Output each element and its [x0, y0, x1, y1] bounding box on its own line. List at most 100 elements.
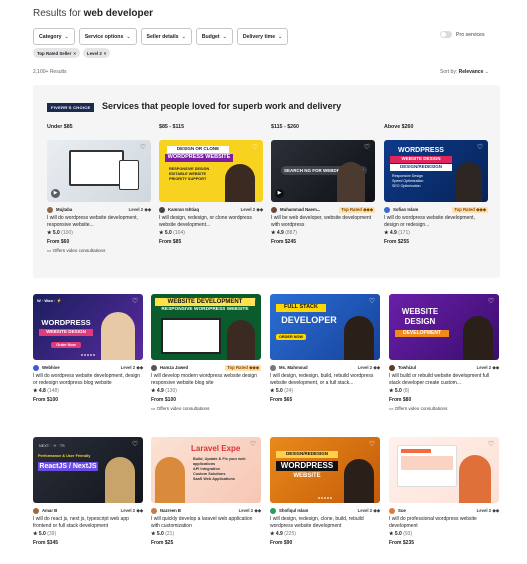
gig-title[interactable]: I will do professional wordpress website…: [389, 516, 499, 529]
gig-thumbnail[interactable]: SEARCH NG FOR WEBDEVELOPER? ♡ ▶: [271, 140, 375, 202]
level-badge: Level 2 ◆◆: [476, 364, 499, 370]
heart-icon[interactable]: ♡: [368, 298, 376, 306]
gig-thumbnail[interactable]: W · Woo · ⚡ WORDPRESS WEBSITE DESIGN Ord…: [33, 294, 143, 360]
order-now-label: Order Now: [51, 342, 81, 348]
seller-name[interactable]: Muhammad Naem...: [280, 207, 339, 212]
star-icon: ★: [389, 531, 394, 537]
heart-icon[interactable]: ♡: [131, 298, 139, 306]
heart-icon[interactable]: ♡: [131, 441, 139, 449]
toggle-switch[interactable]: [440, 31, 452, 38]
banner-text: DEVELOPER: [281, 315, 337, 325]
avatar[interactable]: [270, 364, 276, 371]
filter-category[interactable]: Category ⌄: [33, 28, 75, 45]
gig-title[interactable]: I will do wordpress website development,…: [384, 215, 488, 228]
gig-title[interactable]: I will quickly develop a laravel web app…: [151, 516, 261, 529]
mockup-heading: [401, 449, 431, 453]
seller-name[interactable]: Towhizul: [398, 365, 477, 370]
gig-card: W · Woo · ⚡ WORDPRESS WEBSITE DESIGN Ord…: [33, 294, 143, 403]
order-now-label: ORDER NOW: [276, 334, 306, 340]
heart-icon[interactable]: ♡: [251, 144, 259, 152]
heart-icon[interactable]: ♡: [139, 144, 147, 152]
seller-name[interactable]: Webhive: [42, 365, 121, 370]
seller-name[interactable]: Amar B: [42, 508, 121, 513]
seller-name[interactable]: Hamza Jawed: [160, 365, 225, 370]
star-icon: ★: [384, 230, 389, 236]
avatar[interactable]: [389, 364, 395, 371]
carousel-dots[interactable]: [318, 497, 332, 499]
filter-bar: Category ⌄ Service options ⌄ Seller detail…: [33, 28, 289, 45]
rating: ★ 5.0 (24): [270, 388, 294, 394]
heart-icon[interactable]: ♡: [363, 144, 371, 152]
logo-strip: NEXT. · ⚛ · TS: [39, 444, 65, 448]
avatar[interactable]: [389, 507, 395, 514]
person-photo: [463, 316, 493, 360]
gig-title[interactable]: I will develop modern wordpress website …: [151, 373, 261, 386]
seller-name[interactable]: Shofiqul Islam: [279, 508, 358, 513]
pro-services-toggle[interactable]: Pro services: [440, 31, 485, 38]
filter-seller-details[interactable]: Seller details ⌄: [140, 28, 192, 45]
gig-thumbnail[interactable]: ♡: [389, 437, 499, 503]
heart-icon[interactable]: ♡: [249, 298, 257, 306]
seller-name[interactable]: Sue: [398, 508, 477, 513]
avatar[interactable]: [271, 206, 277, 213]
gig-thumbnail[interactable]: WORDPRESS WEBSITE DESIGN DESIGN/REDESIGN…: [384, 140, 488, 202]
banner-text: DESIGN/REDESIGN: [276, 451, 338, 458]
heart-icon[interactable]: ♡: [249, 441, 257, 449]
heart-icon[interactable]: ♡: [476, 144, 484, 152]
close-icon[interactable]: ×: [104, 51, 107, 56]
avatar[interactable]: [151, 507, 157, 514]
gig-title[interactable]: I will design, redesign, clone, build, r…: [270, 516, 380, 529]
filter-service-options[interactable]: Service options ⌄: [78, 28, 137, 45]
play-icon[interactable]: ▶: [51, 189, 60, 198]
sort-dropdown[interactable]: Sort by: Relevance ⌄: [440, 69, 489, 75]
avatar[interactable]: [384, 206, 390, 213]
seller-name[interactable]: Sofian Islam: [393, 207, 452, 212]
avatar[interactable]: [159, 206, 165, 213]
gig-title[interactable]: I will design, redesign, build, rebuild …: [270, 373, 380, 386]
seller-name[interactable]: Kamran Ishtiaq: [168, 207, 241, 212]
gig-title[interactable]: I will do react js, next js, typescript …: [33, 516, 143, 529]
tag-level-2[interactable]: Level 2 ×: [82, 48, 111, 58]
heart-icon[interactable]: ♡: [368, 441, 376, 449]
video-consult: ▭ Offers video consultations: [389, 406, 448, 411]
carousel-dots[interactable]: [81, 354, 95, 356]
filter-budget[interactable]: Budget ⌄: [195, 28, 233, 45]
avatar[interactable]: [33, 364, 39, 371]
banner-features: Build, Update & Fix your web application…: [193, 457, 246, 481]
gig-card: ♡ Sue Level 2 ◆◆ I will do professional w…: [389, 437, 499, 546]
gig-thumbnail[interactable]: WEBSITE DESIGN DEVELOPMENT ♡: [389, 294, 499, 360]
seller-name[interactable]: Ms. Mahmoud: [279, 365, 358, 370]
avatar[interactable]: [151, 364, 157, 371]
gig-title[interactable]: I will build or rebuild website developm…: [389, 373, 499, 386]
heart-icon[interactable]: ♡: [487, 298, 495, 306]
gig-title[interactable]: I will do wordpress website development,…: [33, 373, 143, 386]
banner-text: WEBSITE: [293, 473, 321, 479]
gig-thumbnail[interactable]: Laravel Expe Build, Update & Fix your we…: [151, 437, 261, 503]
play-icon[interactable]: ▶: [275, 189, 284, 198]
heart-icon[interactable]: ♡: [487, 441, 495, 449]
level-badge: Level 2 ◆◆: [476, 507, 499, 513]
mockup-hero: [401, 456, 453, 470]
star-icon: ★: [389, 388, 394, 394]
gig-thumbnail[interactable]: DESIGN/REDESIGN WORDPRESS WEBSITE ♡: [270, 437, 380, 503]
gig-title[interactable]: I will be web developer, website develop…: [271, 215, 375, 228]
gig-thumbnail[interactable]: WEBSITE DEVELOPMENT RESPONSIVE WORDPRESS…: [151, 294, 261, 360]
seller-name[interactable]: Nazreen B: [160, 508, 239, 513]
avatar[interactable]: [33, 507, 39, 514]
rating: ★ 4.9 (887): [271, 230, 297, 236]
price: From $345: [33, 540, 59, 546]
seller-name[interactable]: Mujtaba: [56, 207, 129, 212]
gig-title[interactable]: I will do wordpress website development,…: [47, 215, 151, 228]
person-photo: [456, 162, 482, 202]
avatar[interactable]: [47, 206, 53, 213]
gig-thumbnail[interactable]: FULL STACK DEVELOPER ORDER NOW ♡: [270, 294, 380, 360]
filter-delivery-time[interactable]: Delivery time ⌄: [236, 28, 289, 45]
gig-thumbnail[interactable]: DESIGN OR CLONE WORDPRESS WEBSITE RESPON…: [159, 140, 263, 202]
close-icon[interactable]: ×: [73, 51, 76, 56]
avatar[interactable]: [270, 507, 276, 514]
gig-thumbnail[interactable]: NEXT. · ⚛ · TS Performance & User Friend…: [33, 437, 143, 503]
tag-top-rated-seller[interactable]: Top Rated Seller ×: [33, 48, 80, 58]
price-band-label: $115 - $260: [271, 124, 299, 130]
gig-title[interactable]: I will design, redesign, or clone wordpr…: [159, 215, 263, 228]
gig-thumbnail[interactable]: ♡ ▶: [47, 140, 151, 202]
